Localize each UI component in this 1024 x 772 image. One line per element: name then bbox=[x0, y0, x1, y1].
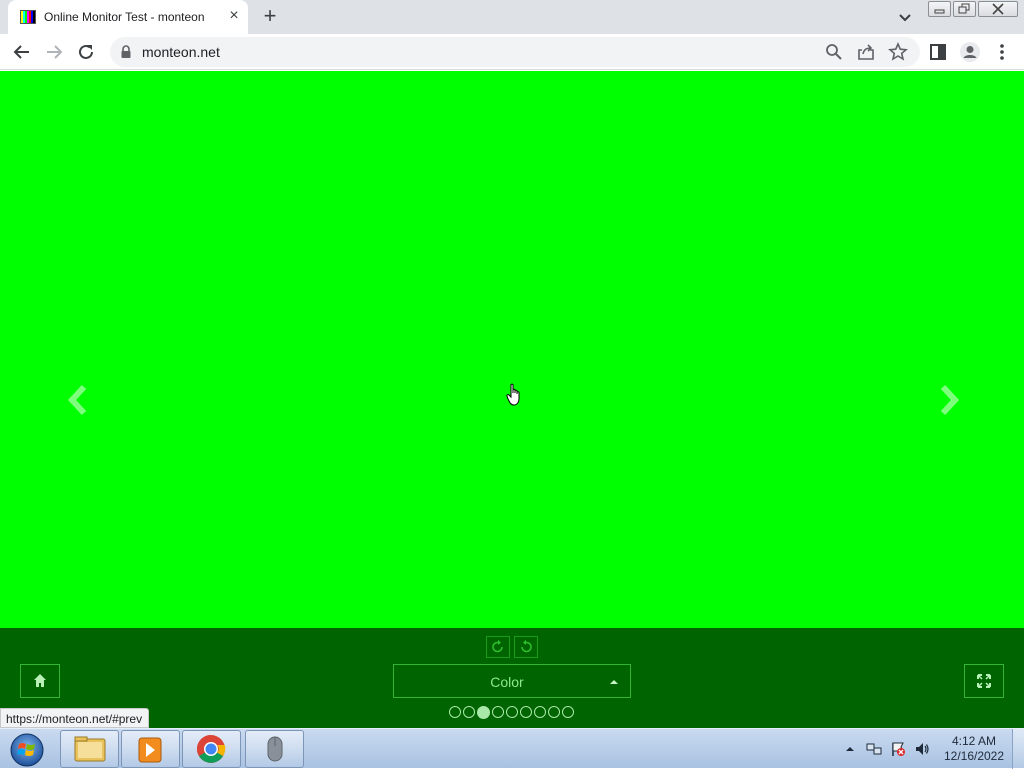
test-mode-select[interactable]: Color bbox=[393, 664, 631, 698]
link-status-bubble: https://monteon.net/#prev bbox=[0, 708, 150, 728]
reload-icon[interactable] bbox=[74, 40, 98, 64]
new-tab-icon[interactable]: + bbox=[258, 5, 282, 29]
clock-time: 4:12 AM bbox=[951, 734, 997, 748]
windows-start-icon[interactable] bbox=[5, 731, 49, 767]
page-dot-3-active[interactable] bbox=[477, 705, 490, 719]
fullscreen-icon bbox=[977, 674, 991, 688]
control-panel: Color bbox=[0, 628, 1024, 728]
home-button[interactable] bbox=[20, 664, 60, 698]
page-dot-7[interactable] bbox=[534, 706, 546, 718]
previous-arrow-icon[interactable] bbox=[66, 383, 90, 417]
monitor-test-favicon-icon bbox=[20, 10, 36, 24]
show-desktop-button[interactable] bbox=[1012, 729, 1024, 769]
hand-pointer-cursor-icon bbox=[506, 383, 520, 406]
profile-avatar-icon[interactable] bbox=[958, 40, 982, 64]
forward-arrow-icon[interactable] bbox=[42, 40, 66, 64]
caret-up-icon bbox=[610, 680, 618, 684]
chrome-icon bbox=[196, 735, 226, 763]
network-icon[interactable] bbox=[866, 741, 882, 757]
fullscreen-button[interactable] bbox=[964, 664, 1004, 698]
page-dot-4[interactable] bbox=[492, 706, 504, 718]
close-tab-icon[interactable]: × bbox=[226, 8, 242, 24]
folder-icon bbox=[74, 736, 106, 762]
test-page-indicator bbox=[449, 705, 574, 719]
volume-speaker-icon[interactable] bbox=[914, 741, 930, 757]
search-icon[interactable] bbox=[822, 40, 846, 64]
restore-icon bbox=[958, 3, 970, 14]
home-icon bbox=[34, 674, 46, 687]
tab-search-chevron-icon[interactable] bbox=[895, 7, 915, 27]
tab-title: Online Monitor Test - monteon bbox=[44, 10, 205, 24]
page-dot-2[interactable] bbox=[463, 706, 475, 718]
close-window-button[interactable] bbox=[978, 1, 1018, 17]
clock-date: 12/16/2022 bbox=[943, 749, 1005, 763]
page-dot-5[interactable] bbox=[506, 706, 518, 718]
share-icon[interactable] bbox=[854, 40, 878, 64]
rotate-right-icon bbox=[521, 640, 532, 653]
browser-tab[interactable]: Online Monitor Test - monteon × bbox=[8, 0, 248, 34]
minimize-icon bbox=[934, 9, 945, 14]
page-dot-9[interactable] bbox=[562, 706, 574, 718]
restore-button[interactable] bbox=[953, 1, 976, 17]
color-test-screen[interactable] bbox=[0, 71, 1024, 628]
rotate-right-button[interactable] bbox=[514, 636, 538, 658]
windows-taskbar: 4:12 AM 12/16/2022 bbox=[0, 728, 1024, 769]
media-player-icon bbox=[138, 737, 162, 763]
show-hidden-icons-icon[interactable] bbox=[844, 742, 856, 756]
rotate-left-button[interactable] bbox=[486, 636, 510, 658]
page-dot-8[interactable] bbox=[548, 706, 560, 718]
page-dot-1[interactable] bbox=[449, 706, 461, 718]
system-clock[interactable]: 4:12 AM 12/16/2022 bbox=[938, 734, 1010, 764]
taskbar-mouse-app-button[interactable] bbox=[245, 730, 304, 768]
browser-toolbar: monteon.net bbox=[0, 34, 1024, 70]
close-window-icon bbox=[992, 3, 1004, 15]
taskbar-explorer-button[interactable] bbox=[60, 730, 119, 768]
side-panel-icon[interactable] bbox=[926, 40, 950, 64]
back-arrow-icon[interactable] bbox=[10, 40, 34, 64]
browser-menu-icon[interactable] bbox=[990, 40, 1014, 64]
rotate-left-icon bbox=[492, 640, 503, 653]
lock-icon[interactable] bbox=[120, 45, 132, 59]
address-bar[interactable]: monteon.net bbox=[110, 37, 920, 67]
next-arrow-icon[interactable] bbox=[937, 383, 961, 417]
taskbar-chrome-button[interactable] bbox=[182, 730, 241, 768]
url-text[interactable]: monteon.net bbox=[142, 44, 220, 60]
minimize-button[interactable] bbox=[928, 1, 951, 17]
bookmark-star-icon[interactable] bbox=[886, 40, 910, 64]
page-dot-6[interactable] bbox=[520, 706, 532, 718]
taskbar-media-player-button[interactable] bbox=[121, 730, 180, 768]
action-center-flag-icon[interactable] bbox=[890, 741, 906, 757]
tab-strip: Online Monitor Test - monteon × + bbox=[0, 0, 1024, 34]
mouse-icon bbox=[267, 736, 283, 762]
test-mode-label: Color bbox=[490, 674, 524, 690]
